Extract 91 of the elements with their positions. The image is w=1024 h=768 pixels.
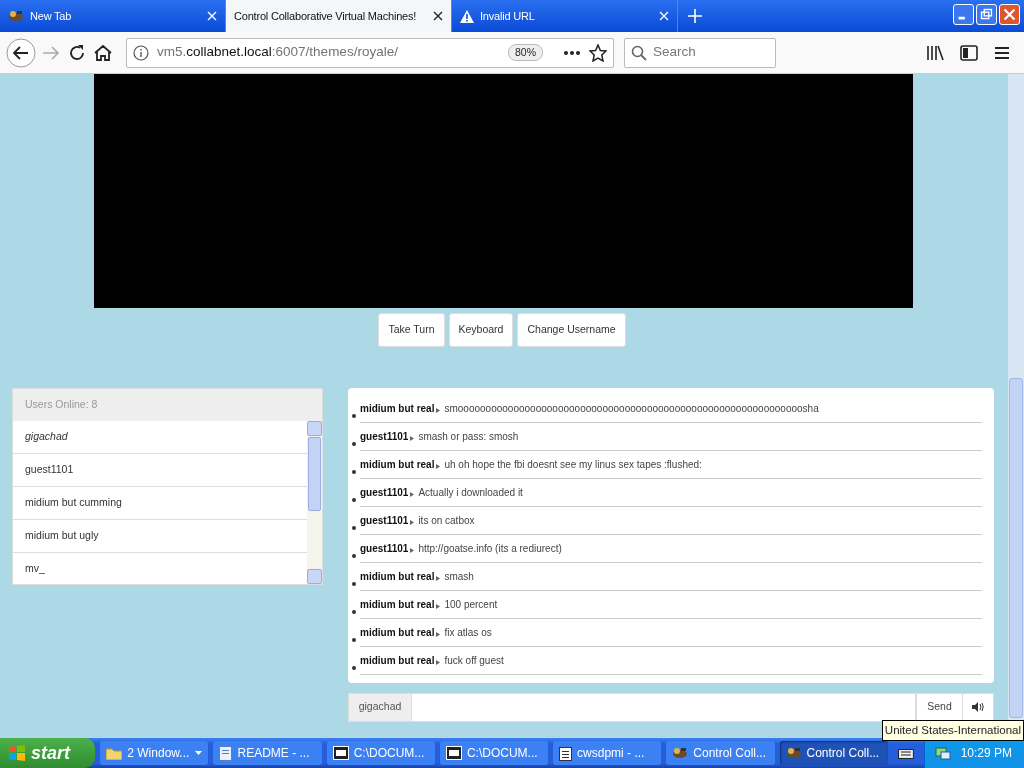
restore-button[interactable] xyxy=(976,4,997,25)
more-icon[interactable] xyxy=(563,49,581,56)
archive-icon xyxy=(332,746,349,760)
address-bar[interactable]: vm5.collabnet.local:6007/themes/royale/ 80% xyxy=(126,37,614,68)
library-icon[interactable] xyxy=(926,44,944,61)
app-icon xyxy=(672,746,689,760)
arrow-icon xyxy=(410,491,415,497)
speaker-icon xyxy=(972,702,984,713)
keyboard-icon[interactable] xyxy=(897,747,914,759)
clock: 10:29 PM xyxy=(960,745,1012,762)
control-button[interactable]: Take Turn xyxy=(378,313,445,347)
bullet-icon xyxy=(352,637,356,642)
message-text: smash xyxy=(444,569,474,584)
control-button[interactable]: Change Username xyxy=(517,313,626,347)
sound-button[interactable] xyxy=(963,692,994,722)
message-text: Actually i downloaded it xyxy=(418,485,523,500)
taskbar-button[interactable]: cwsdpmi - ... xyxy=(553,741,662,765)
windows-logo-icon xyxy=(8,744,26,762)
arrow-icon xyxy=(436,631,441,637)
users-header: Users Online: 8 xyxy=(13,388,322,421)
notepad-icon xyxy=(559,745,573,761)
message-text: fuck off guest xyxy=(444,653,504,668)
arrow-icon xyxy=(410,547,415,553)
message-text: smoooooooooooooooooooooooooooooooooooooooooooooooooooooooooooooosha xyxy=(444,401,819,416)
message-text: 100 percent xyxy=(444,597,498,612)
minimize-button[interactable] xyxy=(953,4,974,25)
arrow-icon xyxy=(436,603,441,609)
message-text: http://goatse.info (its a rediurect) xyxy=(418,541,562,556)
search-icon xyxy=(631,44,647,61)
app-icon xyxy=(785,746,802,760)
message-author: midium but real xyxy=(360,625,435,640)
back-icon[interactable] xyxy=(6,37,36,68)
arrow-icon xyxy=(436,407,441,413)
message-author: guest1101 xyxy=(360,541,409,556)
document-icon xyxy=(219,745,233,761)
scrollbar[interactable] xyxy=(307,420,322,584)
message-text: uh oh hope the fbi doesnt see my linus sex tapes :flushed: xyxy=(444,457,702,472)
star-icon[interactable] xyxy=(589,43,607,62)
message-author: guest1101 xyxy=(360,485,409,500)
taskbar-button[interactable]: 2 Window... xyxy=(100,741,209,765)
menu-icon[interactable] xyxy=(994,45,1010,60)
warning-icon xyxy=(460,9,474,23)
caret-icon xyxy=(195,751,203,755)
taskbar-button[interactable]: Control Coll... xyxy=(666,741,775,765)
search-field[interactable]: Search xyxy=(624,37,776,68)
chat-input[interactable] xyxy=(412,692,916,722)
arrow-icon xyxy=(410,435,415,441)
message-author: midium but real xyxy=(360,401,435,416)
tooltip: United States-International xyxy=(881,720,1024,742)
bullet-icon xyxy=(352,553,356,558)
user-item[interactable]: gigachad xyxy=(13,420,307,454)
close-icon[interactable] xyxy=(433,11,443,21)
bullet-icon xyxy=(352,525,356,530)
bullet-icon xyxy=(352,413,356,418)
taskbar-button[interactable]: C:\DOCUM... xyxy=(326,741,435,765)
message-author: guest1101 xyxy=(360,429,409,444)
message-author: guest1101 xyxy=(360,513,409,528)
new-tab-icon[interactable] xyxy=(688,9,702,23)
message-author: midium but real xyxy=(360,653,435,668)
network-icon[interactable] xyxy=(934,745,951,761)
sidebar-icon[interactable] xyxy=(960,44,978,61)
message-text: fix atlas os xyxy=(444,625,492,640)
message-author: midium but real xyxy=(360,457,435,472)
message-author: midium but real xyxy=(360,597,435,612)
message-text: smash or pass: smosh xyxy=(418,429,519,444)
browser-tab[interactable]: Control Collaborative Virtual Machines! xyxy=(226,0,452,32)
control-button[interactable]: Keyboard xyxy=(448,313,514,347)
app-icon xyxy=(8,9,24,23)
bullet-icon xyxy=(352,497,356,502)
bullet-icon xyxy=(352,665,356,670)
arrow-icon xyxy=(410,519,415,525)
close-button[interactable] xyxy=(999,4,1020,25)
arrow-icon xyxy=(436,575,441,581)
taskbar-button[interactable]: C:\DOCUM... xyxy=(439,741,549,765)
bullet-icon xyxy=(352,469,356,474)
taskbar-button[interactable]: README - ... xyxy=(213,741,322,765)
username-label: gigachad xyxy=(348,692,412,722)
arrow-icon xyxy=(436,463,441,469)
archive-icon xyxy=(445,746,462,760)
arrow-icon xyxy=(436,659,441,665)
url-text: vm5.collabnet.local:6007/themes/royale/ xyxy=(157,43,399,62)
bullet-icon xyxy=(352,441,356,446)
folder-icon xyxy=(106,746,123,760)
message-author: midium but real xyxy=(360,569,435,584)
send-button[interactable]: Send xyxy=(916,692,963,722)
taskbar-button[interactable]: Control Coll... xyxy=(779,741,888,765)
bullet-icon xyxy=(352,609,356,614)
message-text: its on catbox xyxy=(418,513,475,528)
bullet-icon xyxy=(352,581,356,586)
zoom-indicator[interactable]: 80% xyxy=(508,43,543,62)
info-icon xyxy=(133,44,149,61)
